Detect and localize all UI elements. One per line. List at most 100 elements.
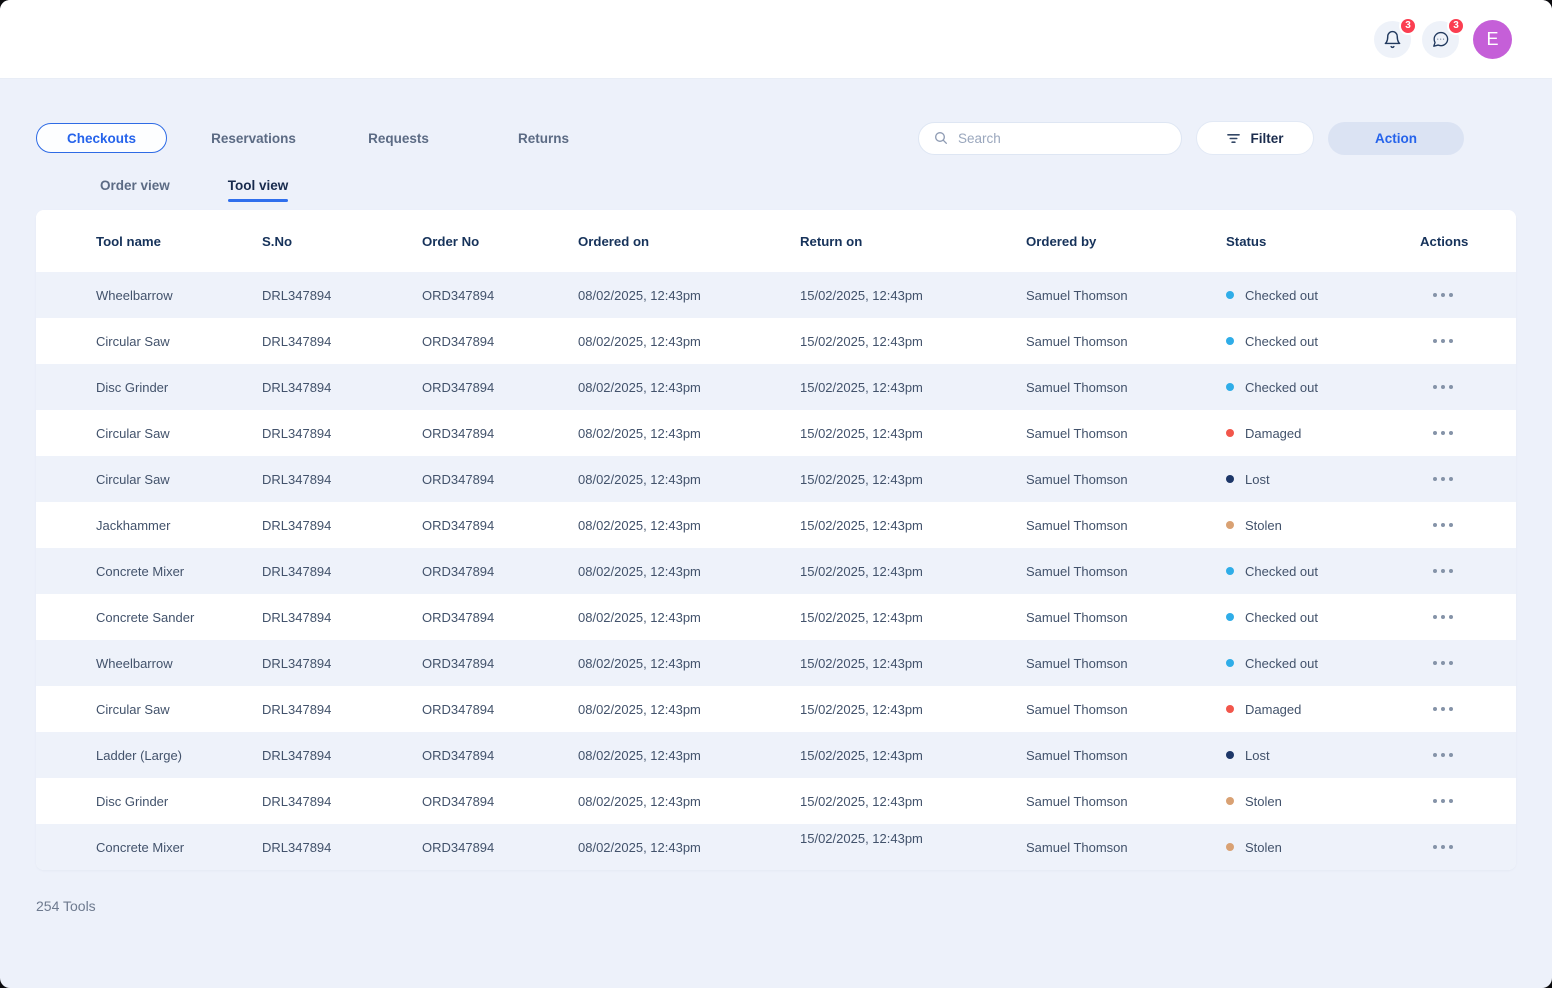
status-dot xyxy=(1226,475,1234,483)
cell-return-on: 15/02/2025, 12:43pm xyxy=(800,686,1026,732)
cell-actions xyxy=(1384,824,1516,870)
column-header-ordered-by: Ordered by xyxy=(1026,210,1226,272)
cell-ordered-on: 08/02/2025, 12:43pm xyxy=(578,548,800,594)
column-header-actions: Actions xyxy=(1384,210,1516,272)
cell-order-no: ORD347894 xyxy=(422,548,578,594)
cell-ordered-on: 08/02/2025, 12:43pm xyxy=(578,272,800,318)
cell-sno: DRL347894 xyxy=(262,364,422,410)
status-badge: Checked out xyxy=(1226,380,1384,395)
cell-status: Checked out xyxy=(1226,594,1384,640)
cell-sno: DRL347894 xyxy=(262,548,422,594)
chat-bubble-icon xyxy=(1431,30,1450,49)
cell-actions xyxy=(1384,548,1516,594)
ellipsis-icon xyxy=(1433,753,1437,757)
table-row[interactable]: Disc Grinder DRL347894 ORD347894 08/02/2… xyxy=(36,364,1516,410)
row-actions-button[interactable] xyxy=(1429,609,1457,625)
cell-actions xyxy=(1384,318,1516,364)
cell-status: Damaged xyxy=(1226,686,1384,732)
row-actions-button[interactable] xyxy=(1429,333,1457,349)
table-row[interactable]: Concrete Mixer DRL347894 ORD347894 08/02… xyxy=(36,824,1516,870)
subtab-order-view[interactable]: Order view xyxy=(88,178,182,202)
row-actions-button[interactable] xyxy=(1429,471,1457,487)
tab-reservations[interactable]: Reservations xyxy=(181,123,326,153)
status-label: Damaged xyxy=(1245,702,1301,717)
cell-ordered-on: 08/02/2025, 12:43pm xyxy=(578,594,800,640)
cell-return-on: 15/02/2025, 12:43pm xyxy=(800,364,1026,410)
avatar[interactable]: E xyxy=(1473,20,1512,59)
view-subtabs: Order view Tool view xyxy=(88,178,1516,202)
table-row[interactable]: Concrete Sander DRL347894 ORD347894 08/0… xyxy=(36,594,1516,640)
table-row[interactable]: Circular Saw DRL347894 ORD347894 08/02/2… xyxy=(36,686,1516,732)
table-row[interactable]: Wheelbarrow DRL347894 ORD347894 08/02/20… xyxy=(36,640,1516,686)
ellipsis-icon xyxy=(1433,477,1437,481)
cell-ordered-by: Samuel Thomson xyxy=(1026,364,1226,410)
row-actions-button[interactable] xyxy=(1429,793,1457,809)
row-actions-button[interactable] xyxy=(1429,701,1457,717)
cell-order-no: ORD347894 xyxy=(422,824,578,870)
ellipsis-icon xyxy=(1433,799,1437,803)
action-button[interactable]: Action xyxy=(1328,122,1464,155)
cell-order-no: ORD347894 xyxy=(422,502,578,548)
cell-sno: DRL347894 xyxy=(262,778,422,824)
cell-order-no: ORD347894 xyxy=(422,364,578,410)
table-row[interactable]: Circular Saw DRL347894 ORD347894 08/02/2… xyxy=(36,456,1516,502)
status-label: Checked out xyxy=(1245,564,1318,579)
row-actions-button[interactable] xyxy=(1429,839,1457,855)
cell-sno: DRL347894 xyxy=(262,640,422,686)
status-dot xyxy=(1226,383,1234,391)
table-row[interactable]: Circular Saw DRL347894 ORD347894 08/02/2… xyxy=(36,410,1516,456)
tools-count: 254 Tools xyxy=(36,898,1516,914)
table-row[interactable]: Wheelbarrow DRL347894 ORD347894 08/02/20… xyxy=(36,272,1516,318)
tab-checkouts[interactable]: Checkouts xyxy=(36,123,167,153)
search-input[interactable] xyxy=(958,131,1169,146)
search-box[interactable] xyxy=(918,122,1182,155)
cell-status: Stolen xyxy=(1226,824,1384,870)
tab-returns[interactable]: Returns xyxy=(471,123,616,153)
ellipsis-icon xyxy=(1433,569,1437,573)
cell-tool-name: Circular Saw xyxy=(36,456,262,502)
ellipsis-icon xyxy=(1433,707,1437,711)
ellipsis-icon xyxy=(1433,339,1437,343)
cell-actions xyxy=(1384,640,1516,686)
cell-order-no: ORD347894 xyxy=(422,778,578,824)
status-dot xyxy=(1226,521,1234,529)
row-actions-button[interactable] xyxy=(1429,517,1457,533)
ellipsis-icon xyxy=(1433,293,1437,297)
cell-actions xyxy=(1384,456,1516,502)
status-label: Checked out xyxy=(1245,656,1318,671)
row-actions-button[interactable] xyxy=(1429,563,1457,579)
row-actions-button[interactable] xyxy=(1429,425,1457,441)
table-row[interactable]: Circular Saw DRL347894 ORD347894 08/02/2… xyxy=(36,318,1516,364)
notifications-button[interactable]: 3 xyxy=(1374,21,1411,58)
row-actions-button[interactable] xyxy=(1429,747,1457,763)
cell-order-no: ORD347894 xyxy=(422,272,578,318)
cell-order-no: ORD347894 xyxy=(422,686,578,732)
cell-actions xyxy=(1384,410,1516,456)
ellipsis-icon xyxy=(1433,845,1437,849)
messages-button[interactable]: 3 xyxy=(1422,21,1459,58)
row-actions-button[interactable] xyxy=(1429,655,1457,671)
cell-tool-name: Disc Grinder xyxy=(36,364,262,410)
subtab-tool-view[interactable]: Tool view xyxy=(216,178,301,202)
tools-table-card: Tool name S.No Order No Ordered on Retur… xyxy=(36,210,1516,870)
cell-tool-name: Concrete Mixer xyxy=(36,824,262,870)
row-actions-button[interactable] xyxy=(1429,287,1457,303)
cell-ordered-by: Samuel Thomson xyxy=(1026,732,1226,778)
status-badge: Checked out xyxy=(1226,610,1384,625)
tab-requests[interactable]: Requests xyxy=(326,123,471,153)
table-row[interactable]: Jackhammer DRL347894 ORD347894 08/02/202… xyxy=(36,502,1516,548)
cell-sno: DRL347894 xyxy=(262,456,422,502)
cell-ordered-on: 08/02/2025, 12:43pm xyxy=(578,686,800,732)
cell-status: Stolen xyxy=(1226,778,1384,824)
status-badge: Damaged xyxy=(1226,426,1384,441)
row-actions-button[interactable] xyxy=(1429,379,1457,395)
cell-ordered-on: 08/02/2025, 12:43pm xyxy=(578,824,800,870)
filter-button[interactable]: Filter xyxy=(1196,121,1314,155)
table-row[interactable]: Ladder (Large) DRL347894 ORD347894 08/02… xyxy=(36,732,1516,778)
table-row[interactable]: Concrete Mixer DRL347894 ORD347894 08/02… xyxy=(36,548,1516,594)
cell-order-no: ORD347894 xyxy=(422,410,578,456)
cell-sno: DRL347894 xyxy=(262,410,422,456)
cell-status: Checked out xyxy=(1226,318,1384,364)
search-icon xyxy=(933,130,949,146)
table-row[interactable]: Disc Grinder DRL347894 ORD347894 08/02/2… xyxy=(36,778,1516,824)
